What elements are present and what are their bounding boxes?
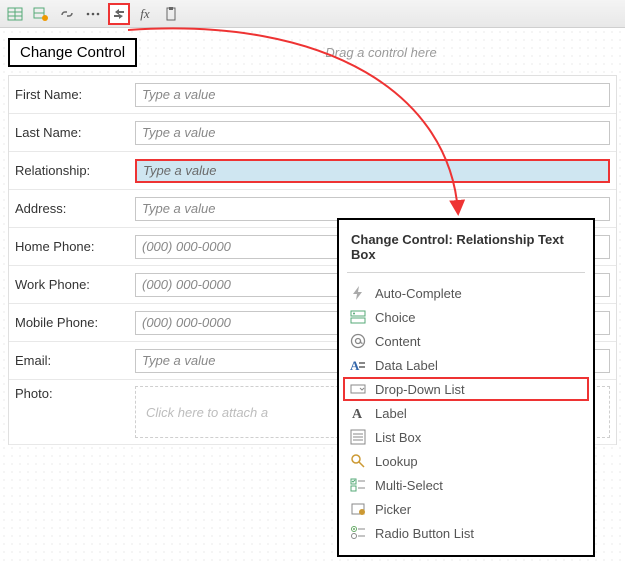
- divider: [347, 272, 585, 273]
- label-icon: A: [349, 404, 367, 422]
- field-label: Work Phone:: [15, 277, 135, 292]
- popup-item[interactable]: A Data Label: [345, 353, 587, 377]
- multiselect-icon: [349, 476, 367, 494]
- popup-item-label: Content: [375, 334, 421, 349]
- field-label: First Name:: [15, 87, 135, 102]
- popup-item-label: List Box: [375, 430, 421, 445]
- popup-item[interactable]: Multi-Select: [345, 473, 587, 497]
- popup-item[interactable]: Content: [345, 329, 587, 353]
- popup-item[interactable]: List Box: [345, 425, 587, 449]
- text-input[interactable]: Type a value: [135, 159, 610, 183]
- popup-item-label: Label: [375, 406, 407, 421]
- field-label: Last Name:: [15, 125, 135, 140]
- popup-item-label: Lookup: [375, 454, 418, 469]
- at-icon: [349, 332, 367, 350]
- form-row: Last Name:Type a value: [9, 114, 616, 152]
- change-control-popup: Change Control: Relationship Text Box Au…: [337, 218, 595, 557]
- form-row: First Name:Type a value: [9, 76, 616, 114]
- text-input[interactable]: Type a value: [135, 83, 610, 107]
- popup-item[interactable]: A Label: [345, 401, 587, 425]
- popup-item[interactable]: Radio Button List: [345, 521, 587, 545]
- popup-item[interactable]: Lookup: [345, 449, 587, 473]
- popup-title: Change Control: Relationship Text Box: [345, 230, 587, 272]
- change-control-button[interactable]: Change Control: [8, 38, 137, 67]
- svg-text:A: A: [350, 358, 360, 373]
- radio-icon: [349, 524, 367, 542]
- svg-text:A: A: [352, 407, 363, 421]
- text-input[interactable]: Type a value: [135, 197, 610, 221]
- popup-item[interactable]: Choice: [345, 305, 587, 329]
- popup-item[interactable]: Auto-Complete: [345, 281, 587, 305]
- lookup-icon: [349, 452, 367, 470]
- form-row: Relationship:Type a value: [9, 152, 616, 190]
- popup-item-label: Multi-Select: [375, 478, 443, 493]
- popup-item-label: Auto-Complete: [375, 286, 462, 301]
- popup-item-label: Picker: [375, 502, 411, 517]
- popup-item-label: Data Label: [375, 358, 438, 373]
- clipboard-icon[interactable]: [160, 3, 182, 25]
- field-label: Photo:: [15, 386, 135, 401]
- field-label: Mobile Phone:: [15, 315, 135, 330]
- field-label: Address:: [15, 201, 135, 216]
- text-input[interactable]: Type a value: [135, 121, 610, 145]
- drag-hint: Drag a control here: [145, 45, 617, 60]
- form-canvas: Change Control Drag a control here First…: [0, 28, 625, 563]
- choice-icon: [349, 308, 367, 326]
- list-icon: [349, 428, 367, 446]
- popup-item[interactable]: Drop-Down List: [343, 377, 589, 401]
- popup-item-label: Drop-Down List: [375, 382, 465, 397]
- field-label: Relationship:: [15, 163, 135, 178]
- grid-plus-icon[interactable]: [30, 3, 52, 25]
- bolt-icon: [349, 284, 367, 302]
- grid-icon[interactable]: [4, 3, 26, 25]
- popup-item-label: Radio Button List: [375, 526, 474, 541]
- dropdown-icon: [349, 380, 367, 398]
- field-label: Home Phone:: [15, 239, 135, 254]
- popup-item-label: Choice: [375, 310, 415, 325]
- picker-icon: [349, 500, 367, 518]
- data-label-icon: A: [349, 356, 367, 374]
- fx-icon[interactable]: fx: [134, 3, 156, 25]
- swap-icon[interactable]: [108, 3, 130, 25]
- ellipsis-icon[interactable]: [82, 3, 104, 25]
- link-icon[interactable]: [56, 3, 78, 25]
- toolbar: fx: [0, 0, 625, 28]
- popup-item[interactable]: Picker: [345, 497, 587, 521]
- field-label: Email:: [15, 353, 135, 368]
